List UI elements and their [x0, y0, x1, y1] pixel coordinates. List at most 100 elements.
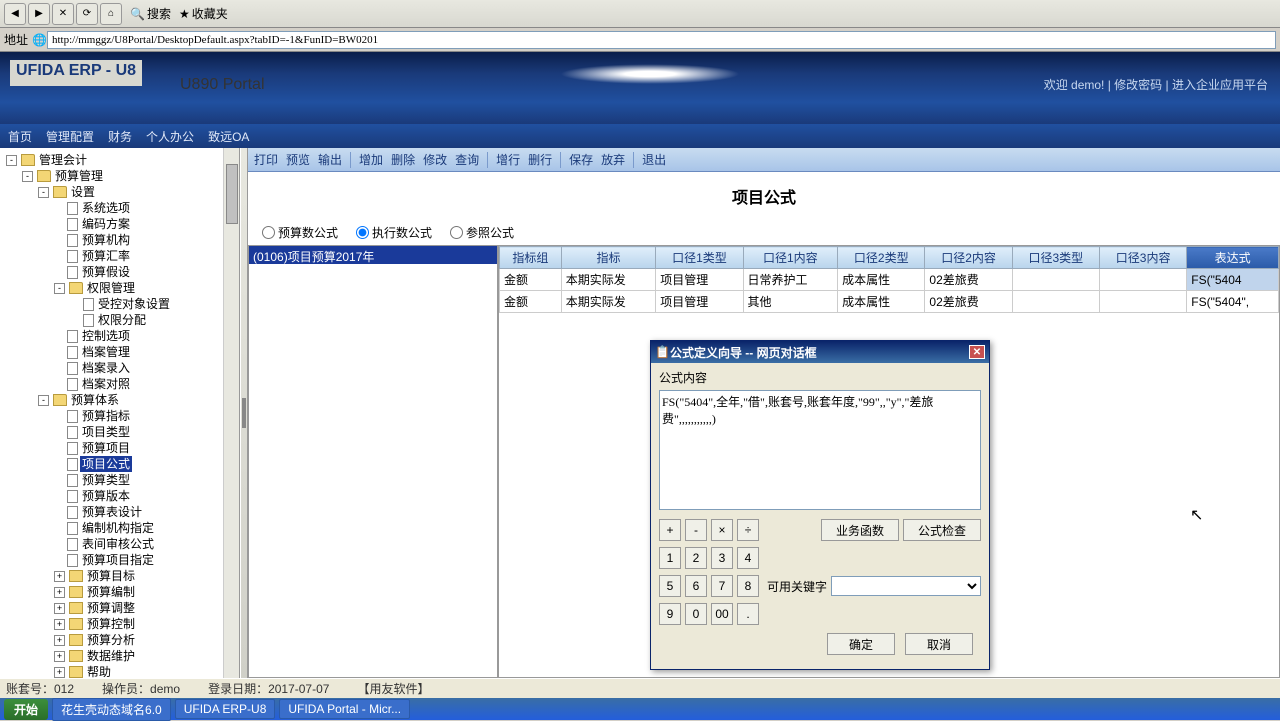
tree-item[interactable]: 预算项目指定: [54, 552, 237, 568]
taskbar-task[interactable]: UFIDA ERP-U8: [175, 699, 276, 719]
tree-item[interactable]: 预算类型: [54, 472, 237, 488]
nav-personal[interactable]: 个人办公: [146, 128, 194, 145]
tb-preview[interactable]: 预览: [286, 151, 310, 168]
tree-item[interactable]: 预算假设: [54, 264, 237, 280]
calc-key-2[interactable]: 2: [685, 547, 707, 569]
tb-export[interactable]: 输出: [318, 151, 342, 168]
op-div[interactable]: ÷: [737, 519, 759, 541]
project-list-item[interactable]: (0106)项目预算2017年: [249, 246, 497, 264]
tree-item[interactable]: 预算版本: [54, 488, 237, 504]
splitter[interactable]: [240, 148, 248, 678]
tb-modify[interactable]: 修改: [423, 151, 447, 168]
tree-folder[interactable]: +帮助: [54, 664, 237, 678]
col-header[interactable]: 口径3内容: [1099, 247, 1186, 269]
tb-delete[interactable]: 删除: [391, 151, 415, 168]
formula-textarea[interactable]: FS("5404",全年,"借",账套号,账套年度,"99",,"y","差旅费…: [659, 390, 981, 510]
tree-item[interactable]: 预算汇率: [54, 248, 237, 264]
tree-item[interactable]: 档案管理: [54, 344, 237, 360]
radio-budget[interactable]: 预算数公式: [262, 224, 338, 241]
tree-item[interactable]: 控制选项: [54, 328, 237, 344]
tree-item[interactable]: 预算机构: [54, 232, 237, 248]
col-header[interactable]: 指标: [561, 247, 656, 269]
tree-auth[interactable]: -权限管理: [54, 280, 237, 296]
calc-key-3[interactable]: 3: [711, 547, 733, 569]
tree-item[interactable]: 档案对照: [54, 376, 237, 392]
col-header[interactable]: 口径3类型: [1012, 247, 1099, 269]
home-button[interactable]: ⌂: [100, 3, 122, 25]
tree-item[interactable]: 档案录入: [54, 360, 237, 376]
tb-discard[interactable]: 放弃: [601, 151, 625, 168]
tree-folder[interactable]: +预算目标: [54, 568, 237, 584]
dialog-cancel-button[interactable]: 取消: [905, 633, 973, 655]
calc-key-4[interactable]: 4: [737, 547, 759, 569]
search-icon[interactable]: 🔍: [130, 7, 145, 21]
op-plus[interactable]: +: [659, 519, 681, 541]
tree-folder[interactable]: +预算调整: [54, 600, 237, 616]
calc-key-00[interactable]: 00: [711, 603, 733, 625]
taskbar-task[interactable]: 花生壳动态域名6.0: [52, 698, 171, 721]
col-header[interactable]: 指标组: [500, 247, 562, 269]
tb-addrow[interactable]: 增行: [496, 151, 520, 168]
taskbar-task[interactable]: UFIDA Portal - Micr...: [279, 699, 410, 719]
nav-home[interactable]: 首页: [8, 128, 32, 145]
tb-query[interactable]: 查询: [455, 151, 479, 168]
nav-finance[interactable]: 财务: [108, 128, 132, 145]
favorites-label[interactable]: 收藏夹: [192, 5, 228, 22]
col-header[interactable]: 口径1内容: [743, 247, 838, 269]
table-row[interactable]: 金额本期实际发项目管理日常养护工成本属性02差旅费FS("5404: [500, 269, 1279, 291]
tb-add[interactable]: 增加: [359, 151, 383, 168]
tree-folder[interactable]: +预算控制: [54, 616, 237, 632]
tree-folder[interactable]: +预算分析: [54, 632, 237, 648]
calc-key-7[interactable]: 7: [711, 575, 733, 597]
calc-key-9[interactable]: 9: [659, 603, 681, 625]
op-minus[interactable]: -: [685, 519, 707, 541]
col-header[interactable]: 口径2内容: [925, 247, 1012, 269]
table-row[interactable]: 金额本期实际发项目管理其他成本属性02差旅费FS("5404",: [500, 291, 1279, 313]
tree-item[interactable]: 编码方案: [54, 216, 237, 232]
radio-exec[interactable]: 执行数公式: [356, 224, 432, 241]
calc-key-5[interactable]: 5: [659, 575, 681, 597]
tree-item[interactable]: 权限分配: [70, 312, 237, 328]
tb-exit[interactable]: 退出: [642, 151, 666, 168]
tree-budget-mgmt[interactable]: -预算管理: [22, 168, 237, 184]
tb-save[interactable]: 保存: [569, 151, 593, 168]
calc-key-6[interactable]: 6: [685, 575, 707, 597]
radio-ref[interactable]: 参照公式: [450, 224, 514, 241]
tree-item[interactable]: 编制机构指定: [54, 520, 237, 536]
tree-item[interactable]: 项目类型: [54, 424, 237, 440]
col-header[interactable]: 口径1类型: [656, 247, 743, 269]
tb-delrow[interactable]: 删行: [528, 151, 552, 168]
tree-settings[interactable]: -设置: [38, 184, 237, 200]
tree-item[interactable]: 预算表设计: [54, 504, 237, 520]
op-mult[interactable]: ×: [711, 519, 733, 541]
change-password-link[interactable]: 修改密码: [1114, 78, 1162, 92]
tree-item[interactable]: 受控对象设置: [70, 296, 237, 312]
favorites-icon[interactable]: ★: [179, 7, 190, 21]
btn-biz-func[interactable]: 业务函数: [821, 519, 899, 541]
dialog-titlebar[interactable]: 📋 公式定义向导 -- 网页对话框 ✕: [651, 341, 989, 363]
tree-item[interactable]: 系统选项: [54, 200, 237, 216]
calc-key-0[interactable]: 0: [685, 603, 707, 625]
tree-item[interactable]: 表间审核公式: [54, 536, 237, 552]
tree-item[interactable]: 预算项目: [54, 440, 237, 456]
calc-key-.[interactable]: .: [737, 603, 759, 625]
dialog-ok-button[interactable]: 确定: [827, 633, 895, 655]
url-input[interactable]: [47, 31, 1276, 49]
tree-system[interactable]: -预算体系: [38, 392, 237, 408]
col-header[interactable]: 口径2类型: [838, 247, 925, 269]
tree-scrollbar[interactable]: [223, 148, 239, 678]
tree-folder[interactable]: +预算编制: [54, 584, 237, 600]
start-button[interactable]: 开始: [4, 699, 48, 720]
col-header[interactable]: 表达式: [1187, 247, 1279, 269]
back-button[interactable]: ◀: [4, 3, 26, 25]
tree-folder[interactable]: +数据维护: [54, 648, 237, 664]
nav-oa[interactable]: 致远OA: [208, 128, 249, 145]
nav-config[interactable]: 管理配置: [46, 128, 94, 145]
forward-button[interactable]: ▶: [28, 3, 50, 25]
enterprise-platform-link[interactable]: 进入企业应用平台: [1172, 78, 1268, 92]
keyword-select[interactable]: [831, 576, 981, 596]
tree-item[interactable]: 预算指标: [54, 408, 237, 424]
stop-button[interactable]: ✕: [52, 3, 74, 25]
btn-formula-check[interactable]: 公式检查: [903, 519, 981, 541]
search-label[interactable]: 搜索: [147, 5, 171, 22]
